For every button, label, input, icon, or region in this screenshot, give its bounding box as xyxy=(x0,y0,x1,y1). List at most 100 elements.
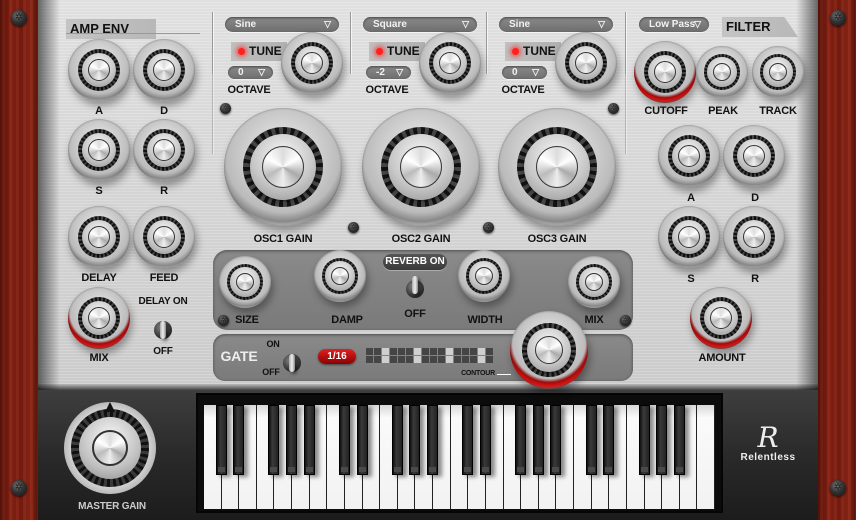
reverb-damp-knob[interactable] xyxy=(314,250,366,302)
osc2-tune-indicator[interactable]: TUNE xyxy=(369,42,425,61)
gate-step-13[interactable] xyxy=(462,356,469,363)
gate-step-sequencer[interactable] xyxy=(366,348,493,363)
osc1-waveform-value: Sine xyxy=(235,19,257,30)
filter-env-decay-knob[interactable] xyxy=(723,125,785,187)
master-gain-knob[interactable] xyxy=(64,402,156,494)
osc2-octave-dropdown[interactable]: -2 ▽ xyxy=(366,66,411,79)
osc3-tune-knob[interactable] xyxy=(555,32,617,94)
piano-white-key-C[interactable] xyxy=(697,405,715,509)
gate-step-8[interactable] xyxy=(422,356,429,363)
piano-black-key-G#[interactable] xyxy=(409,405,421,475)
amp-sustain-knob[interactable] xyxy=(68,119,130,181)
piano-black-key-A#[interactable] xyxy=(303,405,315,475)
reverb-damp-label: DAMP xyxy=(331,314,363,326)
gate-step-5[interactable] xyxy=(398,348,405,355)
amp-decay-knob[interactable] xyxy=(133,39,195,101)
piano-black-key-G#[interactable] xyxy=(656,405,668,475)
piano-black-key-C#[interactable] xyxy=(585,405,597,475)
osc2-gain-knob[interactable] xyxy=(362,108,480,226)
gate-step-4[interactable] xyxy=(390,356,397,363)
gate-rate-button[interactable]: 1/16 xyxy=(318,349,356,364)
gate-step-6[interactable] xyxy=(406,356,413,363)
piano-black-key-A#[interactable] xyxy=(673,405,685,475)
osc3-tune-indicator[interactable]: TUNE xyxy=(505,42,561,61)
gate-step-4[interactable] xyxy=(390,348,397,355)
gate-step-7[interactable] xyxy=(414,356,421,363)
gate-step-1[interactable] xyxy=(366,348,373,355)
osc1-tune-knob[interactable] xyxy=(281,32,343,94)
delay-feedback-knob[interactable] xyxy=(133,206,195,268)
gate-step-16[interactable] xyxy=(486,348,493,355)
gate-step-3[interactable] xyxy=(382,356,389,363)
gate-step-12[interactable] xyxy=(454,348,461,355)
gate-contour-knob[interactable] xyxy=(510,311,588,389)
gate-step-3[interactable] xyxy=(382,348,389,355)
gate-step-1[interactable] xyxy=(366,356,373,363)
gate-step-9[interactable] xyxy=(430,356,437,363)
filter-peak-knob[interactable] xyxy=(696,46,748,98)
gate-step-10[interactable] xyxy=(438,356,445,363)
gate-step-15[interactable] xyxy=(478,348,485,355)
gate-step-6[interactable] xyxy=(406,348,413,355)
piano-black-key-D#[interactable] xyxy=(356,405,368,475)
gate-step-9[interactable] xyxy=(430,348,437,355)
amp-attack-knob[interactable] xyxy=(68,39,130,101)
filter-env-sustain-knob[interactable] xyxy=(658,206,720,268)
amp-release-knob[interactable] xyxy=(133,119,195,181)
osc3-waveform-dropdown[interactable]: Sine ▽ xyxy=(499,17,613,32)
title-underline xyxy=(66,33,200,34)
gate-step-15[interactable] xyxy=(478,356,485,363)
piano-black-key-F#[interactable] xyxy=(268,405,280,475)
osc2-octave-value: -2 xyxy=(376,67,385,78)
osc1-tune-indicator[interactable]: TUNE xyxy=(231,42,287,61)
delay-toggle-switch[interactable] xyxy=(152,313,174,339)
gate-step-12[interactable] xyxy=(454,356,461,363)
filter-amount-knob[interactable] xyxy=(690,287,752,349)
osc3-octave-dropdown[interactable]: 0 ▽ xyxy=(502,66,547,79)
reverb-size-knob[interactable] xyxy=(219,256,271,308)
piano-black-key-D#[interactable] xyxy=(479,405,491,475)
piano-black-key-F#[interactable] xyxy=(515,405,527,475)
piano-black-key-G#[interactable] xyxy=(532,405,544,475)
delay-time-knob[interactable] xyxy=(68,206,130,268)
gate-step-13[interactable] xyxy=(462,348,469,355)
piano-black-key-G#[interactable] xyxy=(286,405,298,475)
gate-step-7[interactable] xyxy=(414,348,421,355)
gate-step-11[interactable] xyxy=(446,356,453,363)
filter-type-dropdown[interactable]: Low Pass ▽ xyxy=(639,17,709,32)
delay-mix-knob[interactable] xyxy=(68,287,130,349)
gate-toggle-switch[interactable] xyxy=(281,346,303,372)
piano-black-key-D#[interactable] xyxy=(233,405,245,475)
gate-step-14[interactable] xyxy=(470,356,477,363)
gate-step-8[interactable] xyxy=(422,348,429,355)
piano-black-key-A#[interactable] xyxy=(427,405,439,475)
gate-step-2[interactable] xyxy=(374,356,381,363)
piano-black-key-D#[interactable] xyxy=(603,405,615,475)
reverb-toggle-switch[interactable] xyxy=(404,272,426,298)
piano-black-key-F#[interactable] xyxy=(391,405,403,475)
gate-step-16[interactable] xyxy=(486,356,493,363)
filter-env-release-knob[interactable] xyxy=(723,206,785,268)
osc2-waveform-dropdown[interactable]: Square ▽ xyxy=(363,17,477,32)
piano-black-key-C#[interactable] xyxy=(338,405,350,475)
osc3-gain-knob[interactable] xyxy=(498,108,616,226)
piano-black-key-C#[interactable] xyxy=(215,405,227,475)
osc1-gain-knob[interactable] xyxy=(224,108,342,226)
osc1-waveform-dropdown[interactable]: Sine ▽ xyxy=(225,17,339,32)
filter-env-attack-knob[interactable] xyxy=(658,125,720,187)
section-divider xyxy=(625,74,626,154)
gate-step-14[interactable] xyxy=(470,348,477,355)
reverb-mix-knob[interactable] xyxy=(568,256,620,308)
piano-black-key-F#[interactable] xyxy=(638,405,650,475)
osc2-tune-knob[interactable] xyxy=(419,32,481,94)
gate-step-11[interactable] xyxy=(446,348,453,355)
filter-track-knob[interactable] xyxy=(752,46,804,98)
reverb-width-knob[interactable] xyxy=(458,250,510,302)
piano-black-key-C#[interactable] xyxy=(462,405,474,475)
gate-step-5[interactable] xyxy=(398,356,405,363)
osc1-octave-dropdown[interactable]: 0 ▽ xyxy=(228,66,273,79)
piano-black-key-A#[interactable] xyxy=(550,405,562,475)
filter-cutoff-knob[interactable] xyxy=(634,41,696,103)
gate-step-2[interactable] xyxy=(374,348,381,355)
gate-step-10[interactable] xyxy=(438,348,445,355)
